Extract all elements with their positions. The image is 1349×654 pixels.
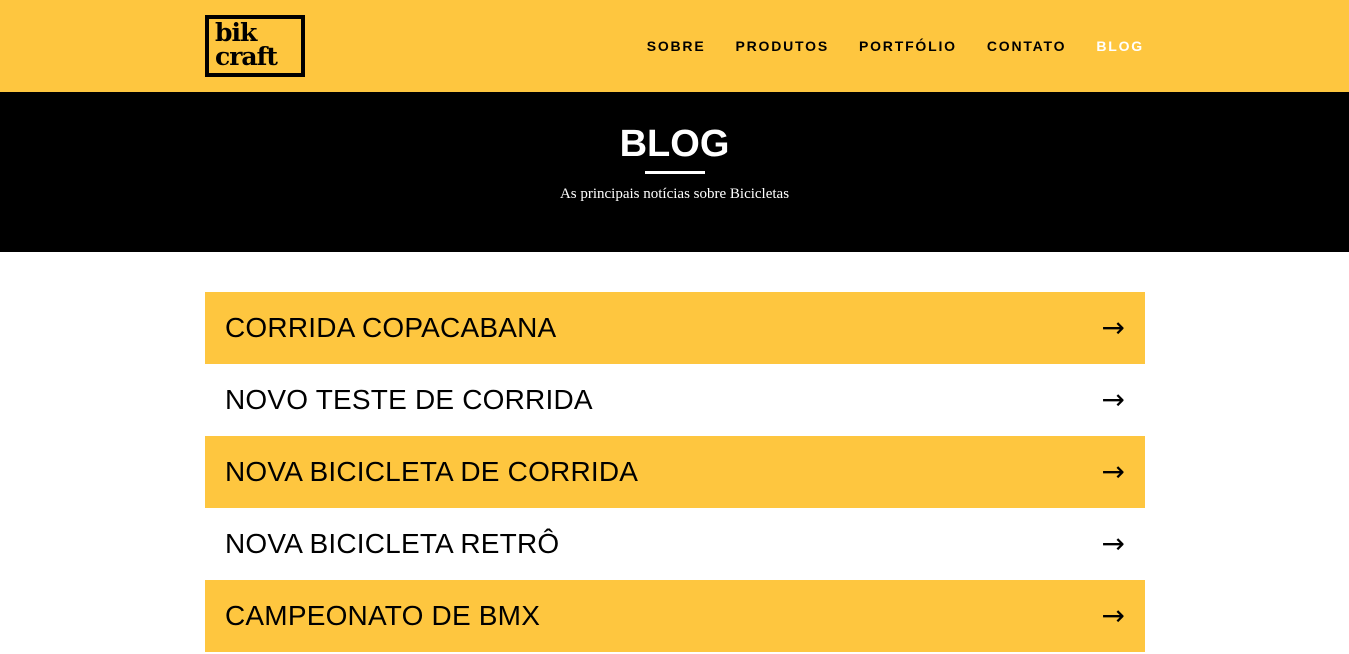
page-title: BLOG [619,123,730,165]
nav-link-portfolio[interactable]: PORTFÓLIO [859,38,957,54]
blog-post-item[interactable]: NOVO TESTE DE CORRIDA → [205,364,1145,436]
blog-post-title: NOVA BICICLETA RETRÔ [225,528,560,559]
blog-post-item[interactable]: NOVA BICICLETA DE CORRIDA → [205,436,1145,508]
title-underline [645,171,705,174]
blog-post-title: NOVA BICICLETA DE CORRIDA [225,456,639,487]
blog-post-item[interactable]: NOVA BICICLETA RETRÔ → [205,508,1145,580]
page-subtitle: As principais notícias sobre Bicicletas [559,186,790,202]
page-hero: BLOG As principais notícias sobre Bicicl… [0,92,1349,252]
nav-link-contato[interactable]: CONTATO [987,38,1066,54]
nav-link-sobre[interactable]: SOBRE [647,38,706,54]
blog-post-list: CORRIDA COPACABANA → NOVO TESTE DE CORRI… [205,292,1145,652]
blog-post-item[interactable]: CORRIDA COPACABANA → [205,292,1145,364]
arrow-right-icon: → [1101,455,1125,488]
blog-post-title: CORRIDA COPACABANA [225,312,557,343]
logo-text-line2: craft [215,42,278,71]
arrow-right-icon: → [1101,311,1125,344]
blog-post-title: CAMPEONATO DE BMX [225,600,541,631]
main-nav: SOBRE PRODUTOS PORTFÓLIO CONTATO BLOG [647,0,1144,92]
nav-link-produtos[interactable]: PRODUTOS [735,38,829,54]
arrow-right-icon: → [1101,383,1125,416]
nav-link-blog[interactable]: BLOG [1096,38,1144,54]
arrow-right-icon: → [1101,599,1125,632]
site-header: bik craft SOBRE PRODUTOS PORTFÓLIO CONTA… [0,0,1349,92]
arrow-right-icon: → [1101,527,1125,560]
blog-post-item[interactable]: CAMPEONATO DE BMX → [205,580,1145,652]
blog-post-title: NOVO TESTE DE CORRIDA [225,384,593,415]
bikcraft-logo[interactable]: bik craft [205,15,305,77]
